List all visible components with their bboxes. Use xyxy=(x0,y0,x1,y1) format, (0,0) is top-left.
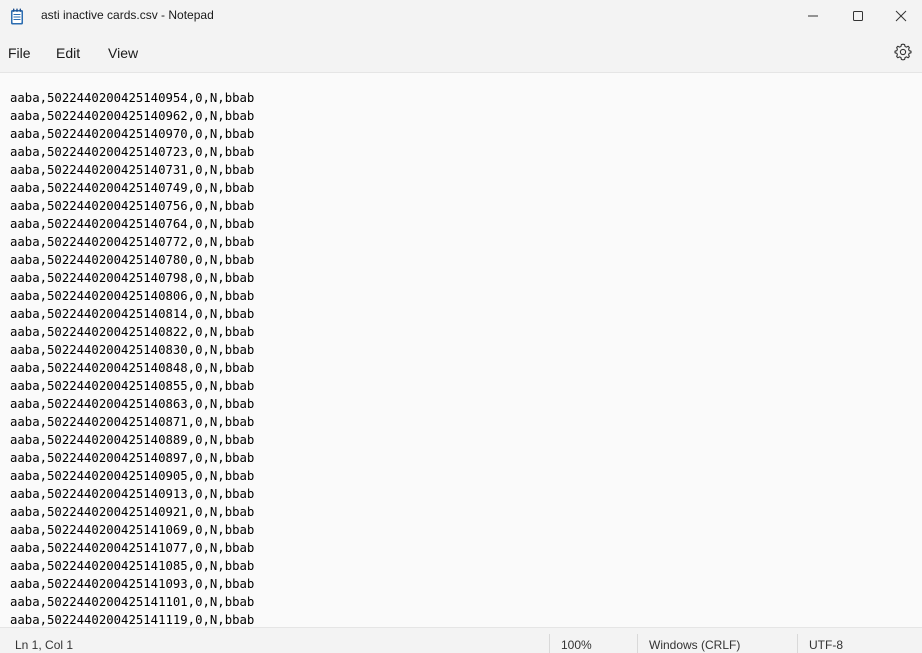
status-divider xyxy=(637,634,638,653)
text-line: aaba,5022440200425141077,0,N,bbab xyxy=(10,541,255,555)
text-line: aaba,5022440200425140897,0,N,bbab xyxy=(10,451,255,465)
text-line: aaba,5022440200425141085,0,N,bbab xyxy=(10,559,255,573)
editor-lines: aaba,5022440200425140954,0,N,bbab aaba,50… xyxy=(10,89,254,628)
text-line: aaba,5022440200425140723,0,N,bbab xyxy=(10,145,255,159)
maximize-button[interactable] xyxy=(835,0,881,32)
zoom-level: 100% xyxy=(561,638,592,652)
menu-edit[interactable]: Edit xyxy=(56,45,80,61)
window-title: asti inactive cards.csv - Notepad xyxy=(41,8,214,22)
menu-view[interactable]: View xyxy=(108,45,138,61)
text-line: aaba,5022440200425140731,0,N,bbab xyxy=(10,163,255,177)
text-line: aaba,5022440200425140764,0,N,bbab xyxy=(10,217,255,231)
menu-bar: File Edit View xyxy=(0,32,922,72)
text-line: aaba,5022440200425140749,0,N,bbab xyxy=(10,181,255,195)
text-line: aaba,5022440200425140871,0,N,bbab xyxy=(10,415,255,429)
text-line: aaba,5022440200425140913,0,N,bbab xyxy=(10,487,255,501)
text-line: aaba,5022440200425140921,0,N,bbab xyxy=(10,505,255,519)
text-line: aaba,5022440200425140954,0,N,bbab xyxy=(10,91,255,105)
close-button[interactable] xyxy=(880,0,922,32)
notepad-icon xyxy=(11,8,23,25)
notepad-window: asti inactive cards.csv - Notepad File E… xyxy=(0,0,922,653)
minimize-icon xyxy=(808,15,818,17)
text-line: aaba,5022440200425140798,0,N,bbab xyxy=(10,271,255,285)
text-line: aaba,5022440200425140889,0,N,bbab xyxy=(10,433,255,447)
text-line: aaba,5022440200425140814,0,N,bbab xyxy=(10,307,255,321)
text-line: aaba,5022440200425141119,0,N,bbab xyxy=(10,613,255,627)
minimize-button[interactable] xyxy=(790,0,836,32)
text-editor[interactable]: aaba,5022440200425140954,0,N,bbab aaba,50… xyxy=(0,72,922,628)
text-line: aaba,5022440200425140822,0,N,bbab xyxy=(10,325,255,339)
text-line: aaba,5022440200425140905,0,N,bbab xyxy=(10,469,255,483)
text-line: aaba,5022440200425141101,0,N,bbab xyxy=(10,595,255,609)
text-line: aaba,5022440200425140806,0,N,bbab xyxy=(10,289,255,303)
text-line: aaba,5022440200425140848,0,N,bbab xyxy=(10,361,255,375)
menu-file[interactable]: File xyxy=(8,45,31,61)
text-line: aaba,5022440200425140970,0,N,bbab xyxy=(10,127,255,141)
text-line: aaba,5022440200425140855,0,N,bbab xyxy=(10,379,255,393)
maximize-icon xyxy=(853,11,863,21)
text-line: aaba,5022440200425140830,0,N,bbab xyxy=(10,343,255,357)
line-ending: Windows (CRLF) xyxy=(649,638,741,652)
text-line: aaba,5022440200425140780,0,N,bbab xyxy=(10,253,255,267)
close-icon xyxy=(895,10,907,22)
encoding: UTF-8 xyxy=(809,638,843,652)
status-divider xyxy=(797,634,798,653)
title-bar[interactable]: asti inactive cards.csv - Notepad xyxy=(0,0,922,32)
text-line: aaba,5022440200425141093,0,N,bbab xyxy=(10,577,255,591)
status-divider xyxy=(549,634,550,653)
text-line: aaba,5022440200425140772,0,N,bbab xyxy=(10,235,255,249)
text-line: aaba,5022440200425140756,0,N,bbab xyxy=(10,199,255,213)
text-line: aaba,5022440200425140962,0,N,bbab xyxy=(10,109,255,123)
status-bar: Ln 1, Col 1 100% Windows (CRLF) UTF-8 xyxy=(0,627,922,653)
cursor-position: Ln 1, Col 1 xyxy=(15,638,74,652)
text-line: aaba,5022440200425141069,0,N,bbab xyxy=(10,523,255,537)
text-line: aaba,5022440200425140863,0,N,bbab xyxy=(10,397,255,411)
gear-icon[interactable] xyxy=(893,42,913,62)
